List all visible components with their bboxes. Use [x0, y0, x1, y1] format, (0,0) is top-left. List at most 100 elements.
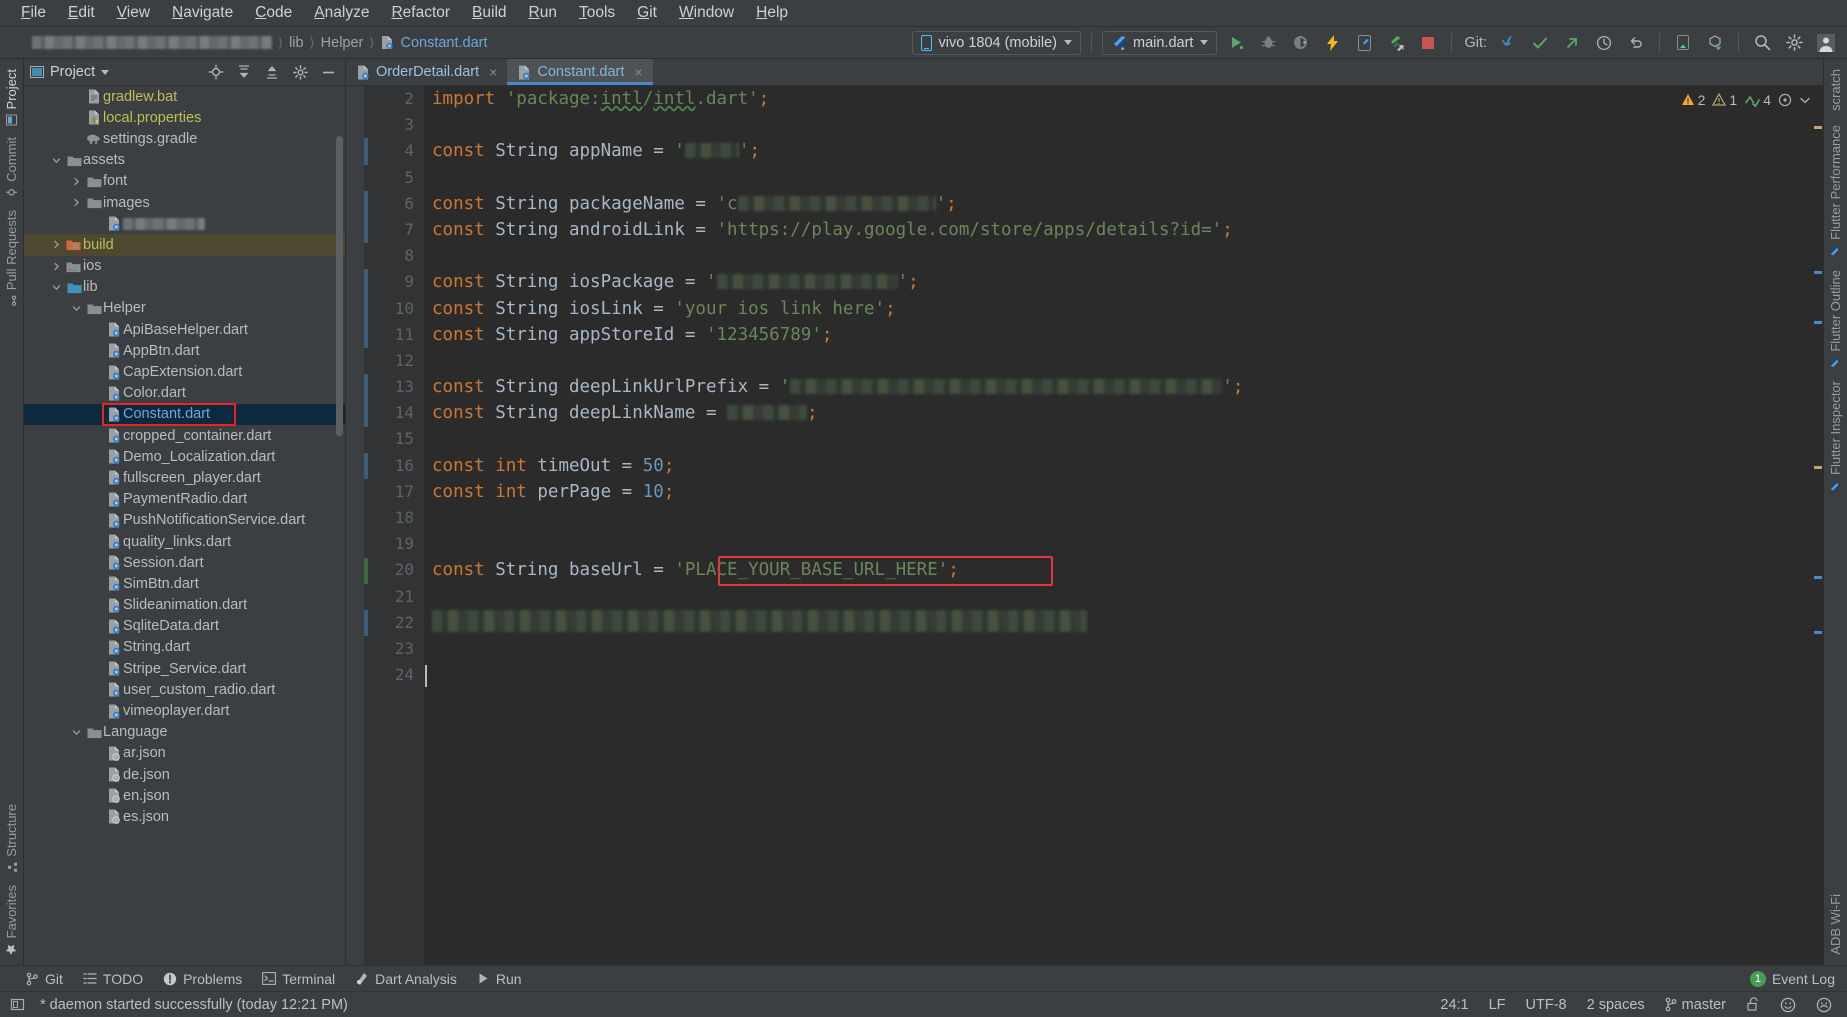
tree-node-helper[interactable]: Helper [24, 298, 345, 319]
tree-node-de-json[interactable]: de.json [24, 764, 345, 785]
sad-face-icon[interactable] [1811, 997, 1837, 1013]
tree-node-simbtn-dart[interactable]: SimBtn.dart [24, 573, 345, 594]
debug-button[interactable] [1255, 31, 1281, 55]
menu-item-tools[interactable]: Tools [568, 2, 626, 24]
tree-node-local-properties[interactable]: local.properties [24, 107, 345, 128]
menu-item-code[interactable]: Code [244, 2, 303, 24]
change-marker[interactable] [364, 190, 368, 217]
indent-setting[interactable]: 2 spaces [1582, 997, 1650, 1013]
change-marker[interactable] [364, 321, 368, 348]
tree-node-capextension-dart[interactable]: CapExtension.dart [24, 361, 345, 382]
chevron-down-icon[interactable] [72, 728, 85, 737]
project-tree-scrollbar[interactable] [336, 136, 343, 436]
typo-count[interactable]: 4 [1744, 92, 1771, 108]
tree-node-font[interactable]: font [24, 171, 345, 192]
flutter-attach-button[interactable] [1383, 31, 1409, 55]
happy-face-icon[interactable] [1775, 997, 1801, 1013]
chevron-down-icon[interactable] [72, 304, 85, 313]
search-everywhere-icon[interactable] [1749, 31, 1775, 55]
tree-node-constant-dart[interactable]: Constant.dart [24, 403, 345, 425]
chevron-down-icon[interactable] [52, 156, 65, 165]
tree-node-settings-gradle[interactable]: settings.gradle [24, 128, 345, 149]
menu-item-refactor[interactable]: Refactor [380, 2, 461, 24]
change-marker[interactable] [364, 374, 368, 401]
sdk-download-button[interactable] [1702, 31, 1728, 55]
tree-node-pushnotificationservice-dart[interactable]: PushNotificationService.dart [24, 510, 345, 531]
tool-tab-structure[interactable]: Structure [2, 798, 21, 879]
chevron-right-icon[interactable] [72, 198, 85, 207]
tool-tab-scratch[interactable]: scratch [1826, 63, 1845, 117]
tree-node-string-dart[interactable]: String.dart [24, 637, 345, 658]
menu-item-analyze[interactable]: Analyze [303, 2, 380, 24]
breadcrumb-item-lib[interactable]: lib [289, 35, 304, 51]
menu-item-run[interactable]: Run [518, 2, 568, 24]
tool-tab-commit[interactable]: Commit [2, 131, 21, 204]
event-log-button[interactable]: 1 Event Log [1749, 970, 1847, 987]
change-marker[interactable] [364, 452, 368, 479]
menu-item-help[interactable]: Help [745, 2, 799, 24]
tool-tab-favorites[interactable]: Favorites [2, 879, 21, 961]
git-push-button[interactable] [1559, 31, 1585, 55]
editor-tab-constant-dart[interactable]: Constant.dart × [507, 59, 653, 85]
tree-node-ios[interactable]: ios [24, 256, 345, 277]
change-marker[interactable] [364, 295, 368, 322]
menu-item-file[interactable]: File [10, 2, 57, 24]
tree-node-images[interactable]: images [24, 192, 345, 213]
device-file-explorer-button[interactable] [1670, 31, 1696, 55]
hot-reload-button[interactable] [1319, 31, 1345, 55]
change-marker[interactable] [364, 217, 368, 244]
close-icon[interactable]: × [489, 64, 497, 80]
menu-item-git[interactable]: Git [626, 2, 668, 24]
tree-node-paymentradio-dart[interactable]: PaymentRadio.dart [24, 489, 345, 510]
expand-all-icon[interactable] [233, 61, 255, 83]
tool-tab-flutter-outline[interactable]: Flutter Outline [1826, 264, 1845, 374]
scrollbar-marker[interactable] [1814, 271, 1822, 274]
collapse-all-icon[interactable] [261, 61, 283, 83]
tool-tab-pull-requests[interactable]: Pull Requests [2, 204, 21, 312]
change-marker[interactable] [364, 610, 368, 637]
scrollbar-marker[interactable] [1814, 321, 1822, 324]
change-marker[interactable] [364, 400, 368, 427]
menu-item-window[interactable]: Window [668, 2, 745, 24]
editor-tab-orderdetail-dart[interactable]: OrderDetail.dart × [346, 59, 507, 85]
hide-icon[interactable] [317, 61, 339, 83]
chevron-right-icon[interactable] [52, 262, 65, 271]
scrollbar-marker[interactable] [1814, 631, 1822, 634]
scrollbar-marker[interactable] [1814, 466, 1822, 469]
device-selector[interactable]: vivo 1804 (mobile) [911, 30, 1081, 55]
tree-node-build[interactable]: build [24, 234, 345, 256]
tree-node-en-json[interactable]: en.json [24, 785, 345, 806]
tree-node-gradlew-bat[interactable]: gradlew.bat [24, 86, 345, 107]
project-tree[interactable]: gradlew.bat local.properties settings.grad… [24, 86, 345, 965]
bottom-tab-run[interactable]: Run [477, 971, 522, 987]
avatar[interactable] [1813, 31, 1839, 55]
close-icon[interactable]: × [634, 64, 642, 80]
unlocked-icon[interactable] [1741, 997, 1765, 1012]
tree-node-apibasehelper-dart[interactable]: ApiBaseHelper.dart [24, 319, 345, 340]
tree-node-appbtn-dart[interactable]: AppBtn.dart [24, 340, 345, 361]
chevron-down-icon[interactable] [52, 283, 65, 292]
menu-item-view[interactable]: View [106, 2, 161, 24]
run-button[interactable] [1223, 31, 1249, 55]
bottom-tab-problems[interactable]: Problems [163, 971, 242, 987]
warning-count[interactable]: 2 [1681, 92, 1705, 108]
tree-node-user-custom-radio-dart[interactable]: user_custom_radio.dart [24, 679, 345, 700]
tree-node-assets[interactable]: assets [24, 150, 345, 171]
scrollbar-marker[interactable] [1814, 126, 1822, 129]
change-marker[interactable] [364, 138, 368, 165]
code-area[interactable]: import 'package:intl/intl.dart'; const S… [424, 86, 1809, 965]
breadcrumb-item-helper[interactable]: Helper [321, 35, 364, 51]
tree-node-color-dart[interactable]: Color.dart [24, 383, 345, 404]
tree-node-sqlitedata-dart[interactable]: SqliteData.dart [24, 616, 345, 637]
locate-icon[interactable] [205, 61, 227, 83]
change-marker[interactable] [364, 557, 368, 584]
tree-node-ar-json[interactable]: ar.json [24, 743, 345, 764]
line-separator[interactable]: LF [1484, 997, 1511, 1013]
git-update-button[interactable] [1495, 31, 1521, 55]
inspection-settings-icon[interactable] [1778, 93, 1792, 107]
tool-tab-adb-wifi[interactable]: ADB Wi-Fi [1826, 888, 1845, 961]
tool-tab-flutter-inspector[interactable]: Flutter Inspector [1826, 375, 1845, 497]
scrollbar-marker[interactable] [1814, 576, 1822, 579]
chevron-down-icon[interactable] [101, 69, 110, 75]
tree-node[interactable] [24, 213, 345, 234]
